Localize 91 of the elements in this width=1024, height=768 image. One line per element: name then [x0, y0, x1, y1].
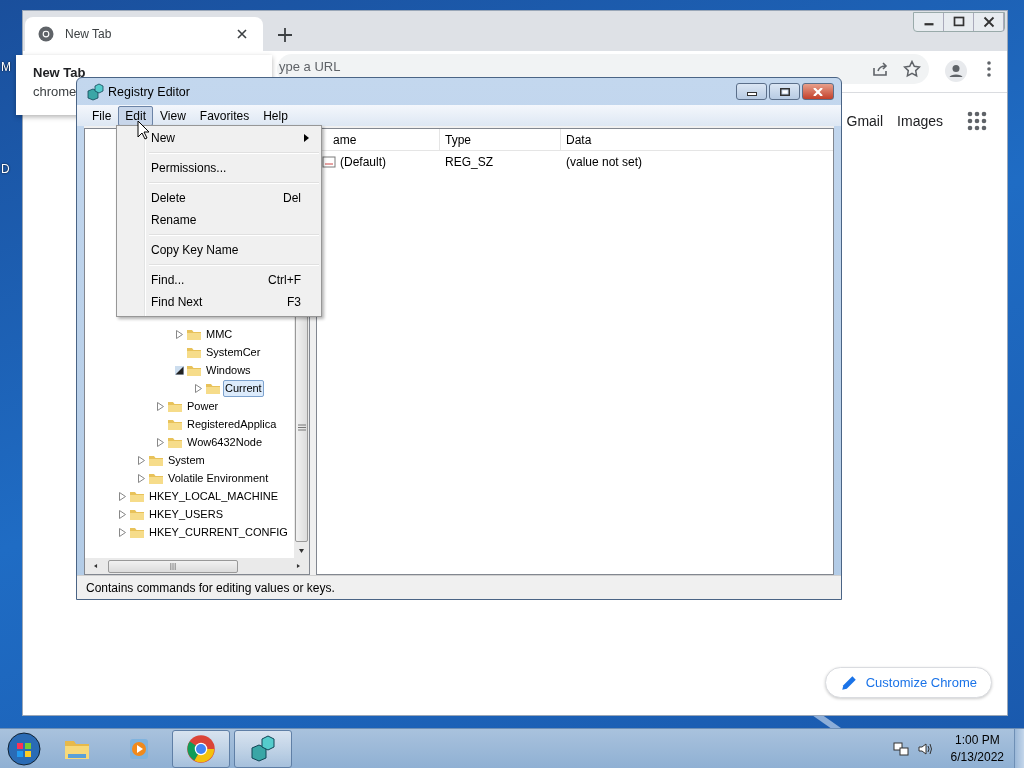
share-icon[interactable] [871, 60, 889, 78]
folder-icon [148, 453, 164, 467]
folder-icon [167, 417, 183, 431]
tree-item[interactable]: RegisteredApplica [185, 415, 279, 433]
horizontal-scrollbar[interactable] [85, 558, 309, 574]
tree-item[interactable]: SystemCer [204, 343, 263, 361]
browser-tab[interactable]: New Tab [25, 17, 263, 51]
menu-option[interactable]: Copy Key Name [119, 239, 319, 261]
collapsed-arrow-icon[interactable] [137, 455, 146, 465]
tree-item[interactable]: System [166, 451, 207, 469]
menu-option[interactable]: Permissions... [119, 157, 319, 179]
folder-icon [129, 507, 145, 521]
submenu-arrow-icon [304, 134, 309, 142]
start-orb-icon[interactable] [4, 729, 44, 768]
collapsed-arrow-icon[interactable] [118, 527, 127, 537]
close-icon [813, 87, 823, 96]
collapsed-arrow-icon[interactable] [156, 401, 165, 411]
value-type: REG_SZ [444, 155, 494, 169]
tree-item[interactable]: Volatile Environment [166, 469, 271, 487]
tree-item[interactable]: Windows [204, 361, 253, 379]
suggestion-title[interactable]: New Tab [33, 65, 86, 80]
folder-icon [129, 525, 145, 539]
suggestion-url: chrome [33, 84, 77, 99]
value-data: (value not set) [565, 155, 644, 169]
collapsed-arrow-icon[interactable] [194, 383, 203, 393]
folder-icon [167, 435, 183, 449]
clock-date[interactable]: 6/13/2022 [950, 750, 1004, 764]
menu-option[interactable]: Delete Del [119, 187, 319, 209]
desktop-icon-label[interactable]: M [1, 60, 11, 74]
grip-icon [297, 423, 306, 431]
menu-item[interactable]: Edit [118, 105, 154, 126]
scrollbar-thumb[interactable] [108, 559, 238, 573]
desktop-icon-label[interactable]: D [1, 162, 10, 176]
menu-item[interactable]: View [153, 105, 193, 126]
mouse-pointer-icon [137, 120, 150, 140]
menu-item[interactable]: Help [256, 105, 295, 126]
grip-icon [169, 562, 177, 570]
tree-item[interactable]: MMC [204, 325, 235, 343]
customize-button[interactable]: Customize Chrome [824, 667, 992, 698]
menu-option[interactable]: Find... Ctrl+F [119, 269, 319, 291]
plus-icon[interactable] [277, 27, 293, 43]
value-name: (Default) [340, 155, 386, 169]
menu-option[interactable]: New [119, 127, 319, 149]
menu-item[interactable]: Favorites [192, 105, 257, 126]
cubes-icon [248, 733, 278, 764]
menu-option[interactable]: Find Next F3 [119, 291, 319, 313]
pencil-icon [839, 673, 858, 692]
collapsed-arrow-icon[interactable] [156, 437, 165, 447]
address-field[interactable]: ype a URL [277, 58, 857, 74]
taskbar-button[interactable] [234, 729, 292, 768]
tree-item[interactable]: HKEY_LOCAL_MACHINE [147, 487, 280, 505]
top-link[interactable]: Gmail [846, 113, 884, 129]
string-value-icon [322, 156, 336, 168]
tree-item[interactable]: HKEY_USERS [147, 505, 225, 523]
folder-icon [186, 345, 202, 359]
maximize-button[interactable] [769, 83, 800, 100]
column-header[interactable]: Type [440, 129, 561, 150]
folder-icon [186, 363, 202, 377]
apps-grid-icon[interactable] [967, 111, 987, 131]
top-link[interactable]: Images [897, 113, 943, 129]
volume-icon[interactable] [916, 740, 933, 757]
tree-item[interactable]: Current [223, 379, 264, 397]
collapsed-arrow-icon[interactable] [118, 491, 127, 501]
folder-icon [186, 327, 202, 341]
expanded-arrow-icon[interactable] [175, 365, 184, 375]
tree-item[interactable]: Power [185, 397, 221, 415]
chrome-logo-icon [37, 25, 55, 43]
status-bar: Contains commands for editing values or keys. [77, 575, 841, 599]
clock-time[interactable]: 1:00 PM [954, 733, 1000, 747]
taskbar-button[interactable] [172, 729, 230, 768]
minimize-button[interactable] [736, 83, 767, 100]
chrome-logo-icon [186, 733, 216, 764]
tree-item[interactable]: HKEY_CURRENT_CONFIG [147, 523, 290, 541]
network-icon[interactable] [892, 740, 909, 757]
folder-icon [129, 489, 145, 503]
star-icon[interactable] [903, 60, 921, 78]
collapsed-arrow-icon[interactable] [118, 509, 127, 519]
menu-item[interactable]: File [85, 105, 119, 126]
collapsed-arrow-icon[interactable] [175, 329, 184, 339]
folder-icon [205, 381, 221, 395]
column-header[interactable]: Data [561, 129, 833, 150]
folder-icon [167, 399, 183, 413]
close-button[interactable] [802, 83, 834, 100]
tree-item[interactable]: Wow6432Node [185, 433, 264, 451]
menu-option[interactable]: Rename [119, 209, 319, 231]
collapsed-arrow-icon[interactable] [137, 473, 146, 483]
maximize-icon [779, 87, 790, 96]
profile-icon[interactable] [945, 60, 967, 82]
window-title: Registry Editor [108, 84, 191, 99]
folder-icon [148, 471, 164, 485]
cubes-icon [86, 82, 104, 101]
